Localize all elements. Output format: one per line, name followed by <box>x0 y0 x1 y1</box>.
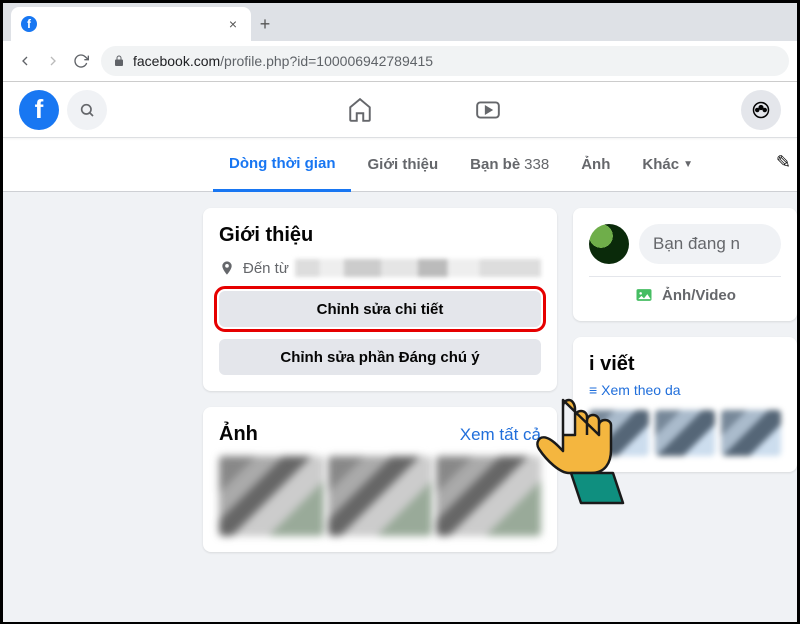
photo-icon <box>634 285 654 305</box>
edit-profile-icon[interactable]: ✎ <box>776 152 791 173</box>
tab-more[interactable]: Khác ▼ <box>626 138 709 192</box>
lock-icon <box>113 55 125 67</box>
tab-strip: f × + <box>3 3 797 41</box>
edit-featured-button[interactable]: Chỉnh sửa phần Đáng chú ý <box>219 339 541 375</box>
photo-thumbnail[interactable] <box>328 456 433 536</box>
new-tab-button[interactable]: + <box>251 14 279 35</box>
browser-toolbar: facebook.com/profile.php?id=100006942789… <box>3 41 797 81</box>
intro-from-line: Đến từ <box>219 259 541 277</box>
header-center-nav <box>107 90 741 130</box>
tab-label: Khác <box>642 156 679 173</box>
tab-photos[interactable]: Ảnh <box>565 138 626 192</box>
see-all-photos-link[interactable]: Xem tất cả <box>460 425 541 445</box>
watch-icon[interactable] <box>464 90 512 130</box>
back-button[interactable] <box>11 47 39 75</box>
post-thumbnail[interactable] <box>721 410 781 456</box>
location-pin-icon <box>219 260 235 276</box>
post-thumbnail[interactable] <box>589 410 649 456</box>
tab-about[interactable]: Giới thiệu <box>351 138 454 192</box>
tab-friends[interactable]: Bạn bè338 <box>454 138 565 192</box>
intro-title: Giới thiệu <box>219 224 541 247</box>
tab-timeline[interactable]: Dòng thời gian <box>213 138 351 192</box>
view-mode-link[interactable]: ≡ Xem theo da <box>589 382 781 398</box>
photo-grid <box>219 456 541 536</box>
photo-video-button[interactable]: Ảnh/Video <box>634 285 736 305</box>
content-area: Giới thiệu Đến từ Chỉnh sửa chi tiết Chỉ… <box>3 192 797 622</box>
view-mode-label: Xem theo da <box>601 382 680 398</box>
home-icon[interactable] <box>336 90 384 130</box>
intro-card: Giới thiệu Đến từ Chỉnh sửa chi tiết Chỉ… <box>203 208 557 391</box>
header-right <box>741 90 781 130</box>
from-label: Đến từ <box>243 260 289 277</box>
composer-card: Bạn đang n Ảnh/Video <box>573 208 797 321</box>
forward-button[interactable] <box>39 47 67 75</box>
compose-placeholder: Bạn đang n <box>653 234 740 254</box>
photo-thumbnail[interactable] <box>436 456 541 536</box>
chevron-down-icon: ▼ <box>683 159 693 170</box>
photo-video-label: Ảnh/Video <box>662 287 736 304</box>
posts-title: i viết <box>589 353 635 376</box>
redacted-location <box>295 259 541 277</box>
posts-card: i viết ≡ Xem theo da <box>573 337 797 472</box>
browser-tab[interactable]: f × <box>11 7 251 41</box>
photos-card: Ảnh Xem tất cả <box>203 407 557 552</box>
friends-count: 338 <box>524 156 549 173</box>
photos-title: Ảnh <box>219 423 258 446</box>
tab-label: Dòng thời gian <box>229 155 335 172</box>
button-label: Chỉnh sửa chi tiết <box>317 301 444 318</box>
facebook-favicon: f <box>21 16 37 32</box>
url-path: /profile.php?id=100006942789415 <box>220 53 433 69</box>
edit-details-button[interactable]: Chỉnh sửa chi tiết <box>219 291 541 327</box>
address-bar[interactable]: facebook.com/profile.php?id=100006942789… <box>101 46 789 76</box>
url-host: facebook.com <box>133 53 220 69</box>
tab-label: Bạn bè <box>470 156 520 173</box>
facebook-header: f <box>3 82 797 138</box>
list-icon: ≡ <box>589 382 597 398</box>
avatar[interactable] <box>589 224 629 264</box>
groups-icon[interactable] <box>741 90 781 130</box>
search-button[interactable] <box>67 90 107 130</box>
post-thumbnail[interactable] <box>655 410 715 456</box>
column-right: Bạn đang n Ảnh/Video i viết ≡ Xem theo d… <box>573 208 797 622</box>
profile-nav: Dòng thời gian Giới thiệu Bạn bè338 Ảnh … <box>3 138 797 192</box>
button-label: Chỉnh sửa phần Đáng chú ý <box>280 349 479 366</box>
reload-button[interactable] <box>67 47 95 75</box>
tab-label: Giới thiệu <box>367 156 438 173</box>
close-tab-icon[interactable]: × <box>225 16 241 32</box>
column-left: Giới thiệu Đến từ Chỉnh sửa chi tiết Chỉ… <box>203 208 557 622</box>
compose-input[interactable]: Bạn đang n <box>639 224 781 264</box>
photo-thumbnail[interactable] <box>219 456 324 536</box>
facebook-logo[interactable]: f <box>19 90 59 130</box>
browser-chrome: f × + facebook.com/profile.php?id=100006… <box>3 3 797 82</box>
post-thumbnails <box>589 410 781 456</box>
tab-label: Ảnh <box>581 156 610 173</box>
